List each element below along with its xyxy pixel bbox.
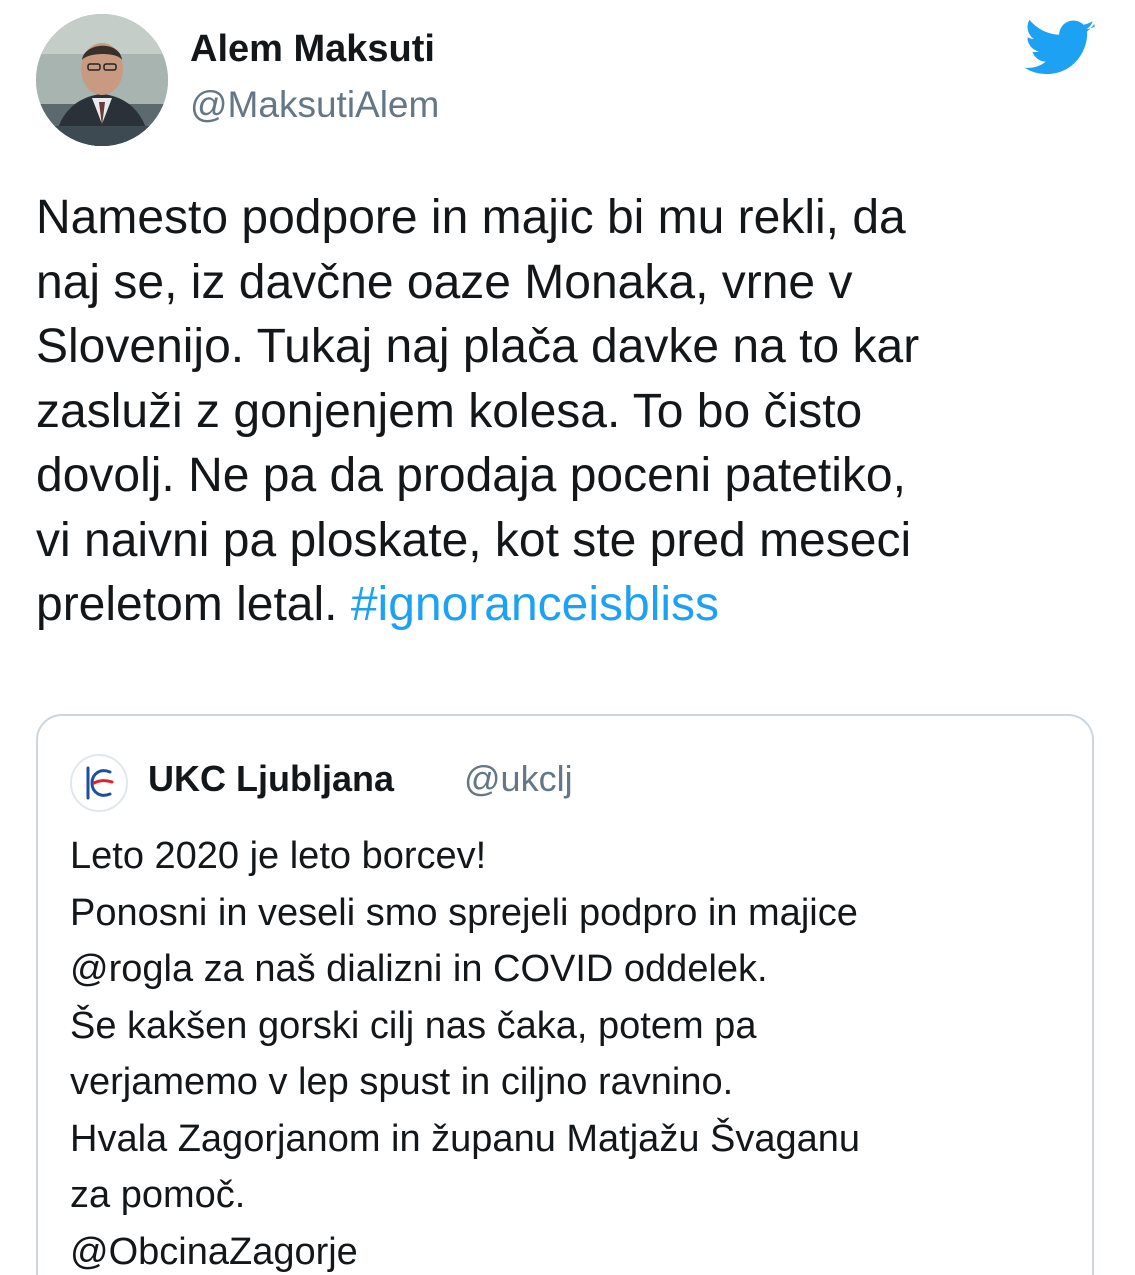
- quoted-text-line: verjamemo v lep spust in ciljno ravnino.: [70, 1061, 734, 1103]
- quoted-tweet-card[interactable]: UKC Ljubljana @ukclj Leto 2020 je leto b…: [36, 714, 1094, 1275]
- quoted-text-line: Leto 2020 je leto borcev!: [70, 835, 487, 877]
- tweet-text-line: Namesto podpore in majic bi mu rekli, da: [36, 191, 906, 244]
- tweet-text-fragment: preletom letal.: [36, 578, 338, 631]
- quoted-text-line: @ObcinaZagorje: [70, 1230, 358, 1273]
- quoted-text-line: za pomoč.: [70, 1174, 246, 1216]
- quoted-text-line: Še kakšen gorski cilj nas čaka, potem pa: [70, 1004, 757, 1047]
- tweet-card: Alem Maksuti @MaksutiAlem Namesto podpor…: [0, 0, 1135, 1275]
- author-name[interactable]: Alem Maksuti: [190, 28, 435, 71]
- author-avatar[interactable]: [36, 14, 168, 146]
- tweet-text-line: Slovenijo. Tukaj naj plača davke na to k…: [36, 320, 920, 373]
- quoted-tweet-body: Leto 2020 je leto borcev! Ponosni in ves…: [70, 828, 1070, 1275]
- tweet-body: Namesto podpore in majic bi mu rekli, da…: [36, 186, 1106, 638]
- tweet-text-line: naj se, iz davčne oaze Monaka, vrne v: [36, 255, 853, 309]
- tweet-text-line: dovolj. Ne pa da prodaja poceni patetiko…: [36, 449, 906, 502]
- quoted-text-line: Hvala Zagorjanom in županu Matjažu Švaga…: [70, 1117, 861, 1160]
- quoted-text-line: @rogla za naš dializni in COVID oddelek.: [70, 948, 768, 990]
- author-handle[interactable]: @MaksutiAlem: [190, 84, 439, 126]
- quoted-author-avatar[interactable]: [70, 754, 128, 812]
- tweet-text-last-line: preletom letal. #ignoranceisbliss: [36, 573, 1106, 638]
- quoted-author-name[interactable]: UKC Ljubljana: [148, 758, 394, 800]
- hashtag-link[interactable]: #ignoranceisbliss: [351, 578, 719, 631]
- tweet-text-line: zasluži z gonjenjem kolesa. To bo čisto: [36, 384, 863, 438]
- quoted-text-line: Ponosni in veseli smo sprejeli podpro in…: [70, 891, 858, 934]
- twitter-bird-icon[interactable]: [1024, 19, 1096, 78]
- quoted-author-handle[interactable]: @ukclj: [464, 758, 573, 800]
- tweet-text-line: vi naivni pa ploskate, kot ste pred mese…: [36, 513, 912, 567]
